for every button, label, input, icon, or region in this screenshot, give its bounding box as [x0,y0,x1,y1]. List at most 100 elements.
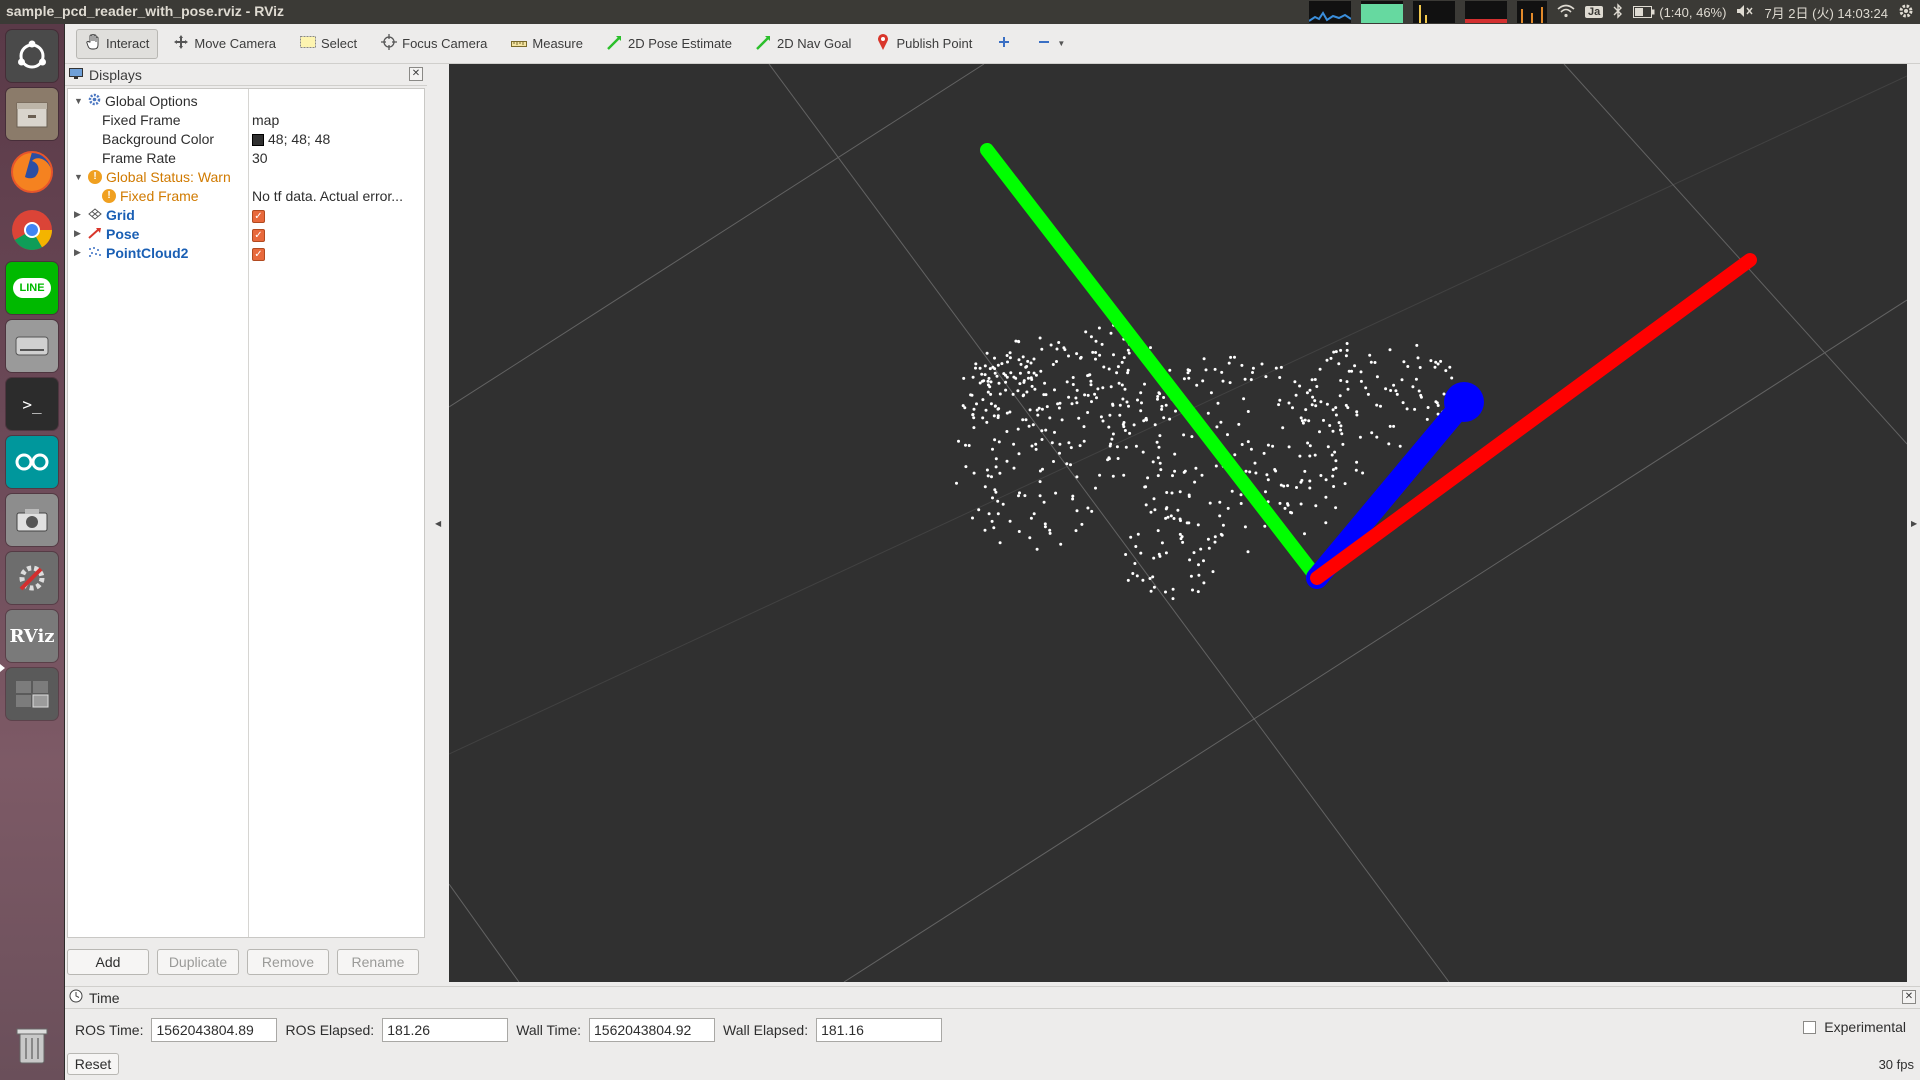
tree-row-pose[interactable]: ▶ Pose ✓ [68,224,424,243]
battery-indicator[interactable]: (1:40, 46%) [1633,5,1726,20]
point-cloud-point [1333,450,1337,454]
wifi-icon[interactable] [1557,4,1575,21]
3d-viewport[interactable] [449,64,1907,982]
point-cloud-point [1051,363,1055,366]
point-cloud-point [1030,444,1034,448]
collapse-arrow-icon[interactable]: ▶ [74,209,84,220]
add-tool-button[interactable] [987,29,1021,59]
point-cloud-point [1334,466,1338,470]
collapse-arrow-icon[interactable]: ▶ [74,228,84,239]
point-cloud-point [983,364,987,368]
trash-icon[interactable] [6,1019,58,1071]
point-cloud-point [1293,380,1297,384]
wall-time-field[interactable] [589,1018,716,1042]
tree-row-pointcloud2[interactable]: ▶ PointCloud2 ✓ [68,243,424,262]
pointcloud2-enabled-checkbox[interactable]: ✓ [252,248,265,261]
point-cloud-point [1100,342,1104,346]
close-displays-panel-button[interactable]: ✕ [409,67,423,81]
point-cloud-point [1196,590,1200,594]
point-cloud-point [1053,430,1056,434]
firefox-icon[interactable] [6,146,58,198]
collapse-right-arrow-icon[interactable]: ▶ [1911,519,1917,528]
rviz-icon[interactable]: RViz [6,610,58,662]
terminal-icon[interactable]: >_ [6,378,58,430]
point-cloud-point [990,475,993,479]
point-cloud-point [1331,468,1335,472]
left-splitter-handle[interactable]: ◀ [428,64,448,982]
tree-row-fixed-frame[interactable]: Fixed Frame map [68,110,424,129]
line-app-icon[interactable]: LINE [6,262,58,314]
reset-button[interactable]: Reset [67,1053,119,1075]
tool-measure[interactable]: Measure [502,29,592,59]
tool-2d-pose-estimate[interactable]: 2D Pose Estimate [598,29,741,59]
keyboard-layout-indicator[interactable]: Ja [1584,6,1604,18]
tree-row-frame-rate[interactable]: Frame Rate 30 [68,148,424,167]
point-cloud-point [1017,452,1021,456]
workspace-switcher-icon[interactable] [6,668,58,720]
point-cloud-point [983,485,987,489]
tool-2d-nav-goal[interactable]: 2D Nav Goal [747,29,860,59]
fixed-frame-value[interactable]: map [252,112,422,128]
collapse-arrow-icon[interactable]: ▶ [74,247,84,258]
settings-gear-icon[interactable] [1898,3,1914,22]
point-cloud-point [1228,381,1232,385]
system-tray: Ja (1:40, 46%) 7月 2日 (火) 14:03:24 [1308,0,1914,24]
duplicate-display-button[interactable]: Duplicate [157,949,239,975]
tool-move-camera[interactable]: Move Camera [164,29,285,59]
tree-row-background-color[interactable]: Background Color 48; 48; 48 [68,129,424,148]
chrome-icon[interactable] [6,204,58,256]
tree-row-status-fixed-frame[interactable]: ! Fixed Frame No tf data. Actual error..… [68,186,424,205]
ros-elapsed-field[interactable] [382,1018,509,1042]
point-cloud-point [1373,361,1377,364]
point-cloud-point [1353,364,1357,368]
point-cloud-point [1139,551,1143,555]
wall-elapsed-field[interactable] [816,1018,943,1042]
tool-select[interactable]: Select [291,29,366,59]
expand-arrow-icon[interactable]: ▼ [74,172,84,182]
point-cloud-point [1008,519,1012,523]
expand-arrow-icon[interactable]: ▼ [74,96,84,106]
volume-muted-icon[interactable] [1736,4,1754,21]
pose-enabled-checkbox[interactable]: ✓ [252,229,265,242]
right-splitter-handle[interactable]: ▶ [1908,64,1920,982]
background-color-value[interactable]: 48; 48; 48 [252,131,422,147]
close-time-panel-button[interactable]: ✕ [1902,990,1916,1004]
point-cloud-point [1246,440,1250,444]
collapse-left-arrow-icon[interactable]: ◀ [435,519,441,528]
clock[interactable]: 7月 2日 (火) 14:03:24 [1764,3,1888,22]
point-cloud-point [1124,553,1128,556]
tree-row-global-status[interactable]: ▼ ! Global Status: Warn [68,167,424,186]
displays-tree[interactable]: ▼ Global Options Fixed Frame map Backgro… [67,88,425,938]
experimental-toggle[interactable]: Experimental [1803,1019,1906,1035]
add-display-button[interactable]: Add [67,949,149,975]
tree-row-global-options[interactable]: ▼ Global Options [68,91,424,110]
tool-focus-camera[interactable]: Focus Camera [372,29,496,59]
disk-drive-icon[interactable] [6,320,58,372]
ubuntu-dash-icon[interactable] [6,30,58,82]
background-color-text: 48; 48; 48 [268,130,331,147]
rename-display-button[interactable]: Rename [337,949,419,975]
point-cloud-point [1311,395,1315,399]
ros-time-field[interactable] [151,1018,278,1042]
time-panel-title: Time [89,989,120,1006]
experimental-checkbox[interactable] [1803,1020,1817,1034]
tool-interact[interactable]: Interact [76,28,159,59]
bluetooth-icon[interactable] [1613,2,1623,22]
system-settings-icon[interactable] [6,552,58,604]
files-icon[interactable] [6,88,58,140]
point-cloud-point [1058,442,1062,446]
point-cloud-point [1172,517,1176,520]
point-cloud-point [1026,359,1030,363]
grid-enabled-checkbox[interactable]: ✓ [252,210,265,223]
remove-display-button[interactable]: Remove [247,949,329,975]
tool-publish-point[interactable]: Publish Point [866,29,981,59]
screenshot-camera-icon[interactable] [6,494,58,546]
point-cloud-point [1416,356,1420,360]
remove-tool-button[interactable]: ▼ [1027,29,1074,59]
tree-row-grid[interactable]: ▶ Grid ✓ [68,205,424,224]
point-cloud-point [986,379,990,383]
3d-scene[interactable] [449,64,1907,982]
point-cloud-point [1144,485,1148,489]
arduino-icon[interactable] [6,436,58,488]
frame-rate-value[interactable]: 30 [252,150,422,166]
